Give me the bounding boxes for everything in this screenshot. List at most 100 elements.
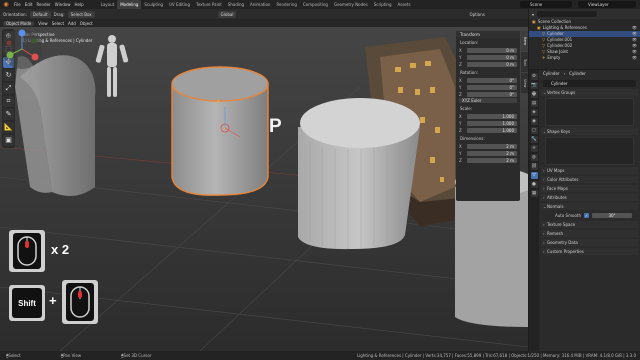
tab-rendering[interactable]: Rendering (273, 0, 299, 9)
texture-icon[interactable]: ▦ (530, 190, 538, 197)
section-custom-properties[interactable]: Custom Properties (541, 248, 638, 255)
mesh-name-field[interactable]: Cylinder (543, 80, 636, 87)
section-geometry-data[interactable]: Geometry Data (541, 239, 638, 246)
menu-file[interactable]: File (12, 2, 23, 7)
annotate-icon[interactable]: ✎ (3, 109, 14, 120)
dimensions-y-field[interactable]: 2 m (467, 150, 517, 156)
dimensions-z-field[interactable]: 2 m (467, 157, 517, 163)
tab-modeling[interactable]: Modeling (117, 0, 142, 9)
scale-y-field[interactable]: 1.000 (467, 120, 517, 126)
tab-texture-paint[interactable]: Texture Paint (193, 0, 225, 9)
render-icon[interactable]: 📷 (530, 82, 538, 89)
tab-item[interactable]: Item (521, 31, 528, 51)
tab-geometry-nodes[interactable]: Geometry Nodes (331, 0, 371, 9)
location-x-field[interactable]: 0 m (467, 47, 517, 53)
middle-click-icon (17, 236, 37, 266)
dimensions-label: Dimensions: (460, 136, 485, 141)
rotation-x-field[interactable]: 0° (467, 77, 517, 83)
section-normals[interactable]: Normals (541, 203, 638, 210)
menu-object[interactable]: Object (80, 21, 93, 26)
tab-sculpting[interactable]: Sculpting (141, 0, 166, 9)
tab-compositing[interactable]: Compositing (300, 0, 331, 9)
physics-icon[interactable]: ◍ (530, 154, 538, 161)
tab-assets[interactable]: Assets (395, 0, 414, 9)
menu-select[interactable]: Select (52, 21, 64, 26)
menu-window[interactable]: Window (53, 2, 73, 7)
status-select: Select (8, 353, 21, 358)
plus-sign: + (49, 293, 57, 308)
constraints-icon[interactable]: ⛓ (530, 163, 538, 170)
location-z-field[interactable]: 0 m (467, 61, 517, 67)
outliner-filter-icon[interactable]: ▾ (532, 12, 534, 17)
world-icon[interactable]: ◉ (530, 118, 538, 125)
vertex-groups-list[interactable] (545, 98, 634, 126)
auto-smooth-angle-field[interactable]: 30° (592, 213, 632, 218)
orientation-label: Orientation: (3, 11, 27, 17)
mesh-data-icon[interactable]: ▽ (530, 172, 538, 179)
section-face-maps[interactable]: Face Maps (541, 185, 638, 192)
outliner-search-input[interactable] (537, 11, 598, 17)
dimensions-x-field[interactable]: 2 m (467, 143, 517, 149)
scale-x-field[interactable]: 1.000 (467, 113, 517, 119)
particles-icon[interactable]: ✳ (530, 145, 538, 152)
material-icon[interactable]: ● (530, 181, 538, 188)
section-shape-keys[interactable]: Shape Keys (541, 128, 638, 135)
rotation-mode-dropdown[interactable]: XYZ Euler (459, 98, 517, 103)
tab-shading[interactable]: Shading (225, 0, 247, 9)
menu-edit[interactable]: Edit (23, 2, 35, 7)
section-texture-space[interactable]: Texture Space (541, 221, 638, 228)
output-icon[interactable]: 🖶 (530, 91, 538, 98)
navigation-gizmo[interactable] (0, 27, 44, 71)
modifier-icon[interactable]: 🔧 (530, 136, 538, 143)
rotation-z-field[interactable]: 0° (467, 91, 517, 97)
axis-x-label: X (459, 113, 462, 119)
tab-layout[interactable]: Layout (98, 0, 118, 9)
breadcrumb-mesh[interactable]: Cylinder (569, 70, 586, 78)
tab-view[interactable]: View (521, 73, 528, 93)
section-remesh[interactable]: Remesh (541, 230, 638, 237)
axis-z-label: Z (459, 61, 462, 67)
breadcrumb: Cylinder › Cylinder (541, 70, 638, 78)
auto-smooth-checkbox[interactable]: ✓ (584, 213, 589, 218)
section-attributes[interactable]: Attributes (541, 194, 638, 201)
orientation-dropdown[interactable]: Default (29, 10, 51, 18)
blender-logo-icon[interactable]: ◉ (2, 1, 10, 8)
section-vertex-groups[interactable]: Vertex Groups (541, 89, 638, 96)
measure-icon[interactable]: 📐 (3, 122, 14, 133)
cylinder-mesh-2[interactable] (298, 98, 420, 250)
section-uv-maps[interactable]: UV Maps (541, 167, 638, 174)
view-layer-selector[interactable]: ViewLayer (578, 1, 636, 8)
menu-help[interactable]: Help (72, 2, 85, 7)
rotate-icon[interactable]: ↻ (3, 70, 14, 81)
location-y-field[interactable]: 0 m (467, 54, 517, 60)
menu-view[interactable]: View (38, 21, 48, 26)
transform-panel-header[interactable]: Transform (456, 31, 520, 38)
3d-viewport[interactable]: R PIP (0, 27, 528, 351)
scene-selector[interactable]: Scene (520, 1, 572, 8)
view-layer-icon[interactable]: ▤ (530, 100, 538, 107)
scene-icon[interactable]: ◈ (530, 109, 538, 116)
tab-scripting[interactable]: Scripting (371, 0, 395, 9)
menu-add[interactable]: Add (68, 21, 76, 26)
rotation-y-field[interactable]: 0° (467, 84, 517, 90)
scale-z-field[interactable]: 1.000 (467, 127, 517, 133)
object-icon[interactable]: ▢ (530, 127, 538, 134)
transform-orientation-dropdown[interactable]: Global (217, 10, 237, 18)
tool-settings-icon[interactable]: ⚙ (530, 73, 538, 80)
add-cube-icon[interactable]: ▣ (3, 135, 14, 146)
breadcrumb-object[interactable]: Cylinder (543, 70, 560, 78)
outliner-item-empty[interactable]: ✛ Empty 👁 (529, 55, 640, 61)
drag-dropdown[interactable]: Select Box (67, 10, 95, 18)
scale-icon[interactable]: ⤢ (3, 83, 14, 94)
options-button[interactable]: Options (469, 12, 484, 17)
shape-keys-list[interactable] (545, 137, 634, 165)
mode-dropdown[interactable]: Object Mode (3, 20, 35, 26)
tab-uv-editing[interactable]: UV Editing (166, 0, 193, 9)
selected-cylinder[interactable] (171, 66, 269, 196)
tab-tool[interactable]: Tool (521, 52, 528, 72)
transform-icon[interactable]: ⌗ (3, 96, 14, 107)
menu-render[interactable]: Render (34, 2, 52, 7)
section-color-attributes[interactable]: Color Attributes (541, 176, 638, 183)
tab-animation[interactable]: Animation (247, 0, 273, 9)
visibility-icon[interactable]: 👁 (632, 55, 637, 61)
